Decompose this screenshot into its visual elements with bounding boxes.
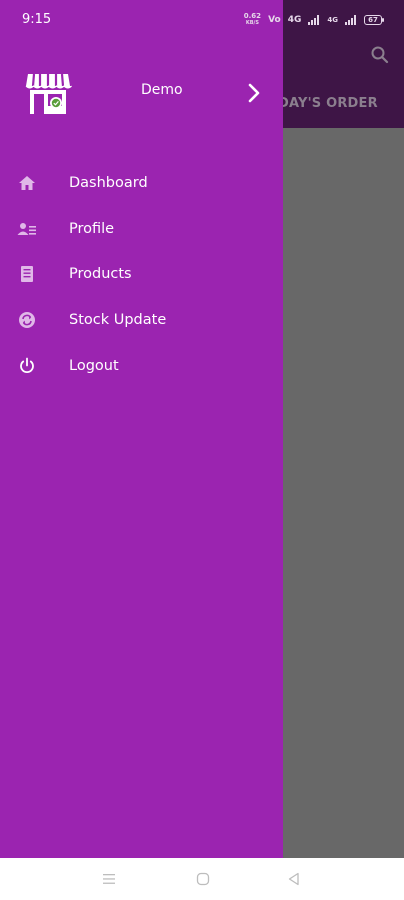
- signal-sim1-label: 4G: [287, 14, 302, 25]
- menu-label-profile: Profile: [69, 220, 115, 237]
- signal-sim2-icon: [345, 14, 356, 25]
- menu-item-profile[interactable]: Profile: [0, 206, 283, 252]
- back-icon[interactable]: [284, 869, 304, 889]
- menu-item-dashboard[interactable]: Dashboard: [0, 160, 283, 206]
- power-icon: [17, 356, 37, 376]
- stock-icon: [17, 310, 37, 330]
- volte-icon: Vo: [268, 14, 281, 25]
- store-icon: [25, 73, 72, 114]
- status-bar: 9:15 0.62 KB/S Vo 4G 4G 67: [0, 0, 404, 42]
- signal-sim1-icon: [308, 14, 320, 25]
- drawer-menu: Dashboard Profile Products Stock Update …: [0, 160, 283, 389]
- menu-item-logout[interactable]: Logout: [0, 343, 283, 389]
- network-speed-value: 0.62: [243, 12, 262, 20]
- menu-label-dashboard: Dashboard: [69, 174, 148, 191]
- signal-sim2-label: 4G: [327, 15, 338, 24]
- chevron-right-icon[interactable]: [245, 82, 263, 104]
- user-name: Demo: [141, 82, 183, 98]
- menu-item-products[interactable]: Products: [0, 252, 283, 298]
- screen: DAY'S ORDER 9:15 0.62 KB/S Vo 4G 4G 67 D…: [0, 0, 404, 900]
- network-speed: 0.62 KB/S: [243, 12, 262, 27]
- system-nav-bar: [0, 858, 404, 900]
- status-time: 9:15: [22, 12, 52, 27]
- menu-item-stock-update[interactable]: Stock Update: [0, 297, 283, 343]
- search-icon[interactable]: [370, 45, 390, 65]
- network-speed-unit: KB/S: [245, 20, 259, 26]
- home-button-icon[interactable]: [193, 869, 213, 889]
- products-icon: [17, 264, 37, 284]
- tab-todays-order[interactable]: DAY'S ORDER: [278, 96, 378, 111]
- battery-level: 67: [368, 15, 378, 24]
- navigation-drawer: Demo Dashboard Profile Products Stock Up…: [0, 0, 283, 858]
- recents-menu-icon[interactable]: [99, 869, 119, 889]
- home-icon: [17, 173, 37, 193]
- status-icons: 0.62 KB/S Vo 4G 4G 67: [243, 12, 384, 27]
- drawer-header[interactable]: Demo: [0, 62, 283, 126]
- battery-icon: 67: [364, 14, 384, 25]
- menu-label-stock-update: Stock Update: [69, 312, 167, 329]
- menu-label-logout: Logout: [69, 358, 119, 375]
- menu-label-products: Products: [69, 266, 132, 283]
- profile-icon: [17, 219, 37, 239]
